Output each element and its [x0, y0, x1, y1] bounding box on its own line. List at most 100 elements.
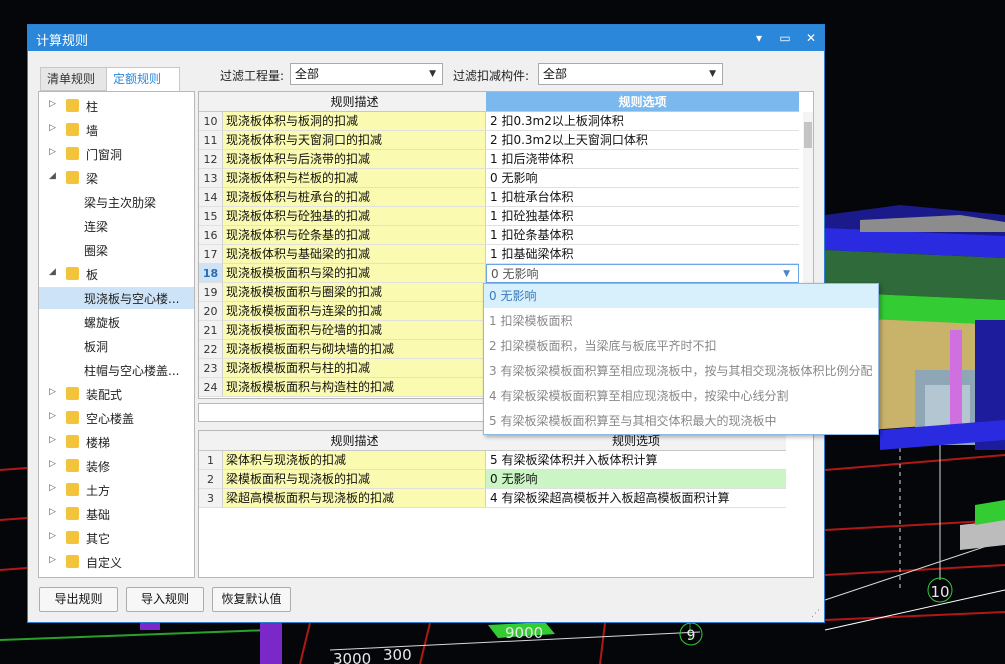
import-rules-button[interactable]: 导入规则	[126, 587, 204, 612]
table-row[interactable]: 17 现浇板体积与基础梁的扣减 1 扣基础梁体积	[199, 245, 799, 264]
maximize-icon[interactable]: ▭	[774, 28, 796, 48]
dim-300: 300	[383, 646, 412, 664]
tree-item-column[interactable]: ▷ 柱	[39, 95, 194, 117]
tree-item-prefab[interactable]: ▷ 装配式	[39, 383, 194, 405]
table-row[interactable]: 16 现浇板体积与砼条基的扣减 1 扣砼条基体积	[199, 226, 799, 245]
dropdown-icon[interactable]: ▾	[748, 28, 770, 48]
tree-item-hollow-floor[interactable]: ▷ 空心楼盖	[39, 407, 194, 429]
tree-item-stairs[interactable]: ▷ 楼梯	[39, 431, 194, 453]
expand-icon[interactable]: ▷	[49, 147, 56, 157]
expand-icon[interactable]: ▷	[49, 99, 56, 109]
dropdown-option[interactable]: 0 无影响	[484, 284, 878, 308]
tab-bill-rules[interactable]: 清单规则	[40, 67, 114, 91]
expand-icon[interactable]: ▷	[49, 531, 56, 541]
table-row-current[interactable]: 18 现浇板模板面积与梁的扣减 0 无影响 ▼	[199, 264, 799, 283]
expand-icon[interactable]: ▷	[49, 459, 56, 469]
expand-icon[interactable]: ▷	[49, 411, 56, 421]
dropdown-option[interactable]: 4 有梁板梁模板面积算至相应现浇板中，按梁中心线分割	[484, 384, 878, 408]
table-row[interactable]: 10 现浇板体积与板洞的扣减 2 扣0.3m2以上板洞体积	[199, 112, 799, 131]
tree-item-ring-beam[interactable]: 圈梁	[39, 239, 194, 261]
expand-icon[interactable]: ▷	[49, 483, 56, 493]
table-row[interactable]: 15 现浇板体积与砼独基的扣减 1 扣砼独基体积	[199, 207, 799, 226]
tree-item-spiral-slab[interactable]: 螺旋板	[39, 311, 194, 333]
folder-icon	[66, 171, 79, 184]
folder-icon	[66, 267, 79, 280]
expand-icon[interactable]: ▷	[49, 387, 56, 397]
axis-bubble-10: 10	[927, 577, 953, 603]
scrollbar-thumb[interactable]	[804, 122, 812, 148]
table-row[interactable]: 13 现浇板体积与栏板的扣减 0 无影响	[199, 169, 799, 188]
dropdown-option[interactable]: 5 有梁板梁模板面积算至与其相交体积最大的现浇板中	[484, 409, 878, 433]
tree-item-decoration[interactable]: ▷ 装修	[39, 455, 194, 477]
folder-icon	[66, 435, 79, 448]
table-row[interactable]: 2 梁模板面积与现浇板的扣减 0 无影响	[199, 470, 799, 489]
tree-item-coupling-beam[interactable]: 连梁	[39, 215, 194, 237]
dropdown-option[interactable]: 3 有梁板梁模板面积算至相应现浇板中，按与其相交现浇板体积比例分配	[484, 359, 878, 383]
svg-text:10: 10	[930, 583, 949, 601]
component-tree[interactable]: ▷ 柱 ▷ 墙 ▷ 门窗洞 ◢ 梁 梁与主次肋梁 连梁 圈梁 ◢ 板 现浇板与空心楼...…	[38, 91, 195, 578]
filter-quantity-select[interactable]: 全部 ▼	[290, 63, 443, 85]
reset-default-button[interactable]: 恢复默认值	[212, 587, 291, 612]
folder-icon	[66, 555, 79, 568]
dim-3000: 3000	[333, 650, 371, 664]
col-header-option[interactable]: 规则选项	[486, 92, 799, 112]
dialog-title: 计算规则	[36, 34, 89, 49]
tree-item-wall[interactable]: ▷ 墙	[39, 119, 194, 141]
dimension-labels: 9000 3000 300	[333, 624, 543, 664]
row-header-corner	[199, 92, 223, 112]
dropdown-option[interactable]: 1 扣梁模板面积	[484, 309, 878, 333]
tree-item-slab-hole[interactable]: 板洞	[39, 335, 194, 357]
expand-icon[interactable]: ▷	[49, 555, 56, 565]
folder-icon	[66, 459, 79, 472]
option-combo-cell[interactable]: 0 无影响 ▼	[486, 264, 799, 283]
folder-icon	[66, 507, 79, 520]
filter-deduct-label: 过滤扣减构件:	[453, 69, 530, 83]
tree-item-foundation[interactable]: ▷ 基础	[39, 503, 194, 525]
tree-item-column-cap[interactable]: 柱帽与空心楼盖...	[39, 359, 194, 381]
export-rules-button[interactable]: 导出规则	[39, 587, 118, 612]
folder-icon	[66, 531, 79, 544]
tree-item-door-window[interactable]: ▷ 门窗洞	[39, 143, 194, 165]
chevron-down-icon[interactable]: ▼	[783, 265, 790, 284]
folder-icon	[66, 99, 79, 112]
expand-icon[interactable]: ▷	[49, 123, 56, 133]
folder-icon	[66, 483, 79, 496]
folder-icon	[66, 123, 79, 136]
table-row[interactable]: 14 现浇板体积与桩承台的扣减 1 扣桩承台体积	[199, 188, 799, 207]
col-header-description: 规则描述	[223, 431, 486, 451]
tree-item-other[interactable]: ▷ 其它	[39, 527, 194, 549]
expand-icon[interactable]: ▷	[49, 507, 56, 517]
filter-deduct-select[interactable]: 全部 ▼	[538, 63, 723, 85]
tree-item-custom[interactable]: ▷ 自定义	[39, 551, 194, 573]
collapse-icon[interactable]: ◢	[49, 171, 56, 181]
dim-9000: 9000	[505, 624, 543, 642]
table-row[interactable]: 11 现浇板体积与天窗洞口的扣减 2 扣0.3m2以上天窗洞口体积	[199, 131, 799, 150]
svg-text:9: 9	[687, 628, 696, 644]
row-header-corner	[199, 431, 223, 451]
tree-item-beam[interactable]: ◢ 梁	[39, 167, 194, 189]
resize-grip-icon[interactable]: ⋰	[811, 609, 820, 619]
dropdown-option[interactable]: 2 扣梁模板面积，当梁底与板底平齐时不扣	[484, 334, 878, 358]
tree-item-earthwork[interactable]: ▷ 土方	[39, 479, 194, 501]
table-row[interactable]: 3 梁超高模板面积与现浇板的扣减 4 有梁板梁超高模板并入板超高模板面积计算	[199, 489, 799, 508]
expand-icon[interactable]: ▷	[49, 435, 56, 445]
table-row[interactable]: 12 现浇板体积与后浇带的扣减 1 扣后浇带体积	[199, 150, 799, 169]
folder-icon	[66, 387, 79, 400]
col-header-description: 规则描述	[223, 92, 486, 112]
tree-item-slab[interactable]: ◢ 板	[39, 263, 194, 285]
tree-item-cast-slab[interactable]: 现浇板与空心楼...	[39, 287, 194, 309]
axis-bubble-9: 9	[679, 622, 703, 646]
chevron-down-icon: ▼	[429, 69, 436, 79]
option-dropdown-list[interactable]: 0 无影响 1 扣梁模板面积 2 扣梁模板面积，当梁底与板底平齐时不扣 3 有梁…	[483, 283, 879, 435]
title-bar[interactable]: 计算规则 ▾ ▭ ✕	[28, 25, 824, 51]
tab-quota-rules[interactable]: 定额规则	[106, 67, 180, 92]
folder-icon	[66, 411, 79, 424]
tree-item-beam-rib[interactable]: 梁与主次肋梁	[39, 191, 194, 213]
collapse-icon[interactable]: ◢	[49, 267, 56, 277]
close-icon[interactable]: ✕	[800, 28, 822, 48]
filter-quantity-label: 过滤工程量:	[220, 69, 285, 83]
chevron-down-icon: ▼	[709, 69, 716, 79]
folder-icon	[66, 147, 79, 160]
related-rules-grid: 规则描述 规则选项 1 梁体积与现浇板的扣减 5 有梁板梁体积并入板体积计算 2 梁模…	[198, 430, 814, 578]
table-row[interactable]: 1 梁体积与现浇板的扣减 5 有梁板梁体积并入板体积计算	[199, 451, 799, 470]
